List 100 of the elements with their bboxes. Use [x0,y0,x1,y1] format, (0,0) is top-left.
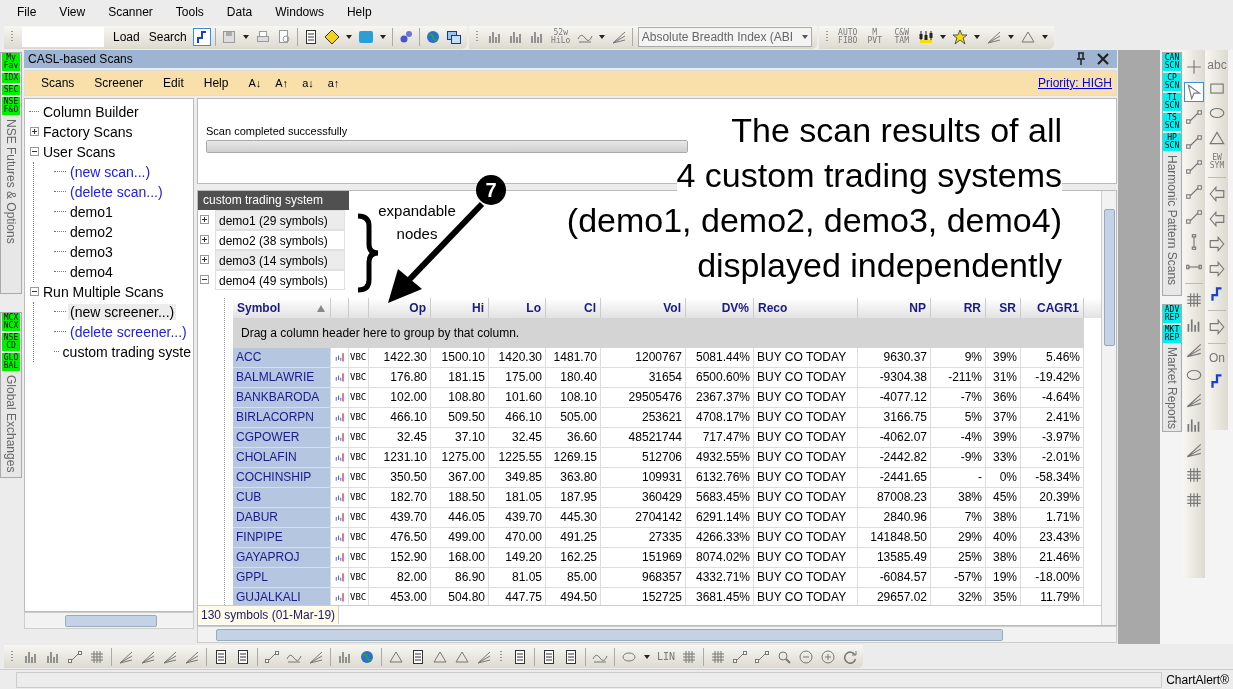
document-icon[interactable] [213,648,229,665]
caret-icon[interactable] [1040,34,1049,41]
report-badge[interactable]: MKT REP [1163,324,1181,343]
symbol-cell[interactable]: CHOLAFIN [233,447,331,468]
zoom-in-icon[interactable] [820,648,837,665]
tree-item[interactable]: demo2 [68,223,115,240]
arrow-icon[interactable] [1208,209,1226,228]
expander-toggle[interactable] [200,255,209,265]
trend-line-icon[interactable] [1185,182,1203,201]
mini-chart-icon[interactable] [333,371,346,384]
crosshair-icon[interactable] [1185,57,1203,76]
tool-button[interactable]: On [1209,350,1225,365]
toolbar-button[interactable]: Load [111,30,142,45]
caret-icon[interactable] [938,34,947,41]
trend-line-icon[interactable] [67,648,83,665]
globe-icon[interactable] [359,648,375,665]
expander-toggle[interactable] [29,127,39,137]
results-tab[interactable]: custom trading system [198,190,349,210]
mini-chart-icon[interactable] [333,391,346,404]
menu-item[interactable]: Scans [41,75,75,90]
bar-chart-icon[interactable] [486,29,503,46]
group-node[interactable]: demo4 (49 symbols) [215,269,345,290]
toolbar-button[interactable]: Search [146,30,189,45]
symbol-cell[interactable]: BIRLACORPN [233,407,331,428]
caret-icon[interactable] [344,34,353,41]
document-icon[interactable] [541,648,557,665]
tree-item[interactable]: demo3 [68,243,115,260]
column-header[interactable]: RR [931,297,986,318]
menu-item[interactable]: Screener [94,75,144,90]
exchange-badge[interactable]: GLOBAL [2,352,20,371]
report-badge[interactable]: ADV REP [1163,304,1181,323]
tree-item[interactable]: Column Builder [41,103,141,120]
arrow-icon[interactable] [1208,317,1226,336]
toolbar-button[interactable]: LIN [657,652,676,661]
tree-item[interactable]: (new screener...) [68,303,177,320]
trend-line-icon[interactable] [1185,107,1203,126]
trend-line-icon[interactable] [1185,132,1203,151]
grid-icon[interactable] [1185,290,1203,309]
exchange-badge[interactable]: SEC [2,84,20,95]
mini-chart-icon[interactable] [333,451,346,464]
trend-line-icon[interactable] [1185,157,1203,176]
menu-item[interactable]: Edit [163,75,184,90]
magnifier-icon[interactable] [776,648,793,665]
menu-item[interactable]: Scanner [101,5,160,20]
document-icon[interactable] [563,648,579,665]
report-badge[interactable]: HP SCN [1163,132,1181,151]
mini-chart-icon[interactable] [333,411,346,424]
grid-icon[interactable] [89,648,105,665]
side-tab[interactable]: Harmonic Pattern Scans [1165,154,1179,285]
menu-item[interactable]: Help [203,75,229,90]
column-header[interactable]: Lo [489,297,546,318]
expander-toggle[interactable] [200,215,209,225]
zoom-out-icon[interactable] [798,648,815,665]
grid-icon[interactable] [1185,465,1203,484]
priority-link[interactable]: Priority: HIGH [1038,75,1112,90]
toolbar-button[interactable]: C&W TAM [890,29,913,46]
trend-line-icon[interactable] [732,648,749,665]
group-node[interactable]: demo2 (38 symbols) [215,229,345,250]
toolbar-button[interactable]: M PVT [863,29,886,46]
trend-line-icon[interactable] [1185,207,1203,226]
indicator-dropdown[interactable]: Absolute Breadth Index (ABI [637,27,812,48]
caret-icon[interactable] [1006,34,1015,41]
tile-icon[interactable] [357,29,374,46]
symbol-cell[interactable]: DABUR [233,507,331,528]
toolbar-button[interactable]: AUTO FIBO [836,29,859,46]
expander-toggle[interactable] [29,147,39,157]
tree-item[interactable]: demo1 [68,203,115,220]
arrow-icon[interactable] [1208,259,1226,278]
report-badge[interactable]: TS SCN [1163,112,1181,131]
side-tab[interactable]: Market Reports [1165,346,1179,429]
diamond-icon[interactable] [323,29,340,46]
mini-chart-icon[interactable] [333,591,346,604]
column-header[interactable]: CAGR1 [1021,297,1084,318]
tree-item[interactable]: Factory Scans [41,123,135,140]
expander-toggle[interactable] [200,275,209,285]
menu-item[interactable]: View [52,5,93,20]
column-header[interactable]: Hi [431,297,489,318]
tree-item[interactable]: User Scans [41,143,118,160]
refresh-icon[interactable] [842,648,859,665]
mini-chart-icon[interactable] [333,351,346,364]
caret-icon[interactable] [597,34,606,41]
column-header[interactable]: Vol [601,297,686,318]
mini-chart-icon[interactable] [333,531,346,544]
column-header[interactable]: Symbol [233,297,331,318]
mini-chart-icon[interactable] [333,471,346,484]
grid-icon[interactable] [1185,490,1203,509]
windows-icon[interactable] [445,29,462,46]
sort-button[interactable]: a↑ [327,76,340,89]
globe-icon[interactable] [424,29,441,46]
caret-icon[interactable] [972,34,981,41]
expander-toggle[interactable] [200,235,209,245]
caret-icon[interactable] [241,34,250,41]
tree-item[interactable]: demo4 [68,263,115,280]
text-tool[interactable]: abc [1207,57,1227,72]
mini-chart-icon[interactable] [333,511,346,524]
menu-item[interactable]: File [10,5,44,20]
step-line-icon[interactable] [193,29,210,46]
symbol-cell[interactable]: CUB [233,487,331,508]
tree-item[interactable]: custom trading syste [60,343,193,360]
symbol-cell[interactable]: BANKBARODA [233,387,331,408]
